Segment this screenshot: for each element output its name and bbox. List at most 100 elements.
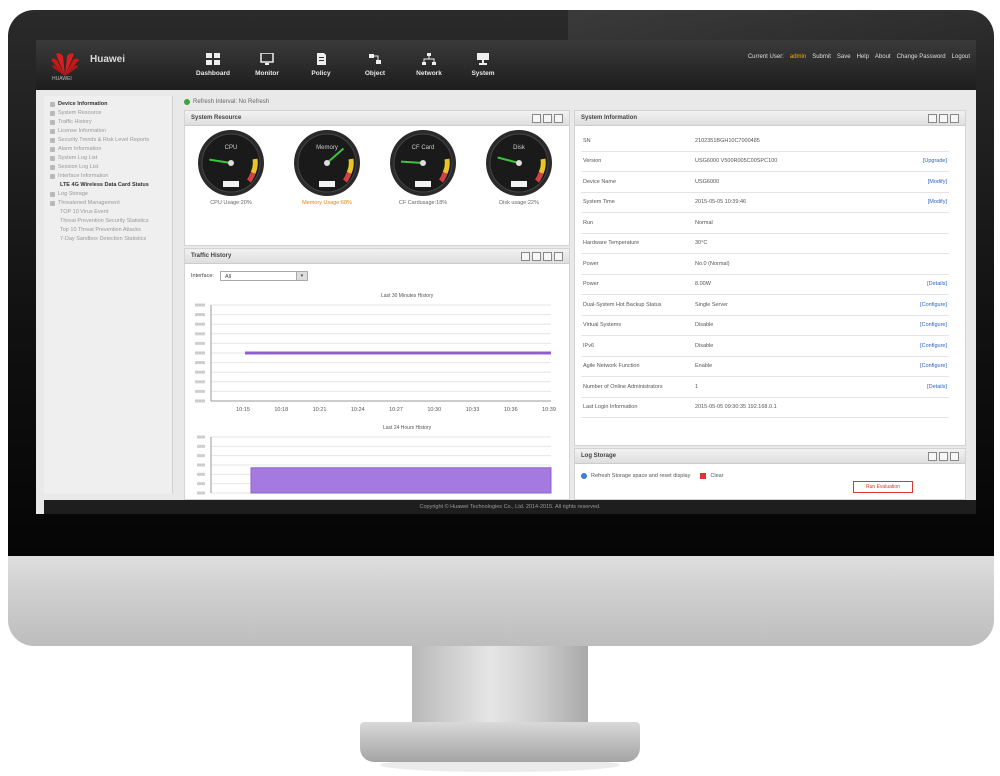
interface-filter: Interface: All ▾ (191, 271, 308, 281)
gauges: CPU CPU Usage:20% Memory Memory Usage:68% CF… (191, 129, 561, 225)
nav-policy[interactable]: Policy (294, 40, 348, 90)
close-icon[interactable] (554, 114, 563, 123)
x-tick-label: 10:33 (466, 407, 480, 413)
info-action-link[interactable]: [Modify] (905, 192, 949, 213)
chevron-down-icon[interactable]: ▾ (295, 272, 307, 280)
x-tick-label: 10:30 (427, 407, 441, 413)
y-tick-label (195, 303, 205, 307)
sidebar-item-security-trends[interactable]: Security Trends & Risk Level Reports (44, 136, 172, 145)
info-action-link (905, 212, 949, 234)
run-evaluation-button[interactable]: Run Evaluation (853, 481, 913, 493)
panel-header: System Resource (185, 111, 569, 126)
sidebar-item-interface-information[interactable]: Interface Information (44, 172, 172, 181)
change-password-link[interactable]: Change Password (897, 54, 946, 60)
sidebar-item-device-information[interactable]: Device Information (44, 100, 172, 109)
minimize-icon[interactable] (939, 114, 948, 123)
sidebar-item-threat-prevention-stats[interactable]: Threat Prevention Security Statistics (44, 217, 172, 226)
info-value: Single Server (693, 294, 905, 316)
sidebar-item-top10-attacks[interactable]: Top 10 Threat Prevention Attacks (44, 226, 172, 235)
refresh-control[interactable]: Refresh Interval: No Refresh (184, 99, 269, 105)
info-action-link (905, 131, 949, 152)
folder-icon (50, 201, 55, 206)
widget-icon (50, 165, 55, 170)
info-action-link[interactable]: [Modify] (905, 171, 949, 193)
logout-link[interactable]: Logout (952, 54, 970, 60)
refresh-panel-icon[interactable] (928, 114, 937, 123)
minimize-icon[interactable] (939, 452, 948, 461)
info-action-link[interactable]: [Configure] (905, 335, 949, 357)
screen: Huawei HUAWEI Dashboard Monitor Policy O… (36, 40, 976, 514)
svg-text:CF Card: CF Card (412, 145, 435, 151)
gauge-dial-icon: Disk (486, 130, 552, 196)
nav-label: Monitor (255, 70, 279, 77)
table-row: Number of Online Administrators 1 [Details… (581, 376, 949, 398)
gauge-label: Memory Usage:68% (302, 200, 352, 206)
help-link[interactable]: Help (857, 54, 869, 60)
y-tick-label (197, 454, 205, 458)
log-storage-panel: Log Storage Refresh Storage space and re… (574, 448, 966, 500)
info-value: Disable (693, 315, 905, 336)
info-action-link[interactable]: [Configure] (905, 315, 949, 336)
sidebar-item-threatened-management[interactable]: Threatened Management (44, 199, 172, 208)
gauge-dial-icon: CF Card (390, 130, 456, 196)
sidebar-item-system-log-list[interactable]: System Log List (44, 154, 172, 163)
object-icon (369, 54, 381, 64)
sidebar-item-log-storage[interactable]: Log Storage (44, 190, 172, 199)
interface-select[interactable]: All ▾ (219, 271, 308, 281)
info-action-link[interactable]: [Configure] (905, 294, 949, 316)
refresh-panel-icon[interactable] (532, 114, 541, 123)
refresh-panel-icon[interactable] (521, 252, 530, 261)
table-row: Dual-System Hot Backup Status Single Serv… (581, 294, 949, 316)
svg-text:Memory: Memory (316, 145, 338, 151)
minimize-icon[interactable] (543, 114, 552, 123)
sidebar-item-traffic-history[interactable]: Traffic History (44, 118, 172, 127)
about-link[interactable]: About (875, 54, 891, 60)
sidebar-item-license-information[interactable]: License Information (44, 127, 172, 136)
info-action-link[interactable]: [Configure] (905, 356, 949, 377)
sidebar-item-sandbox-stats[interactable]: 7-Day Sandbox Detection Statistics (44, 235, 172, 244)
sidebar-item-label: Device Information (58, 101, 108, 107)
refresh-panel-icon[interactable] (928, 452, 937, 461)
panel-title: System Information (581, 115, 638, 121)
sidebar-item-session-log-list[interactable]: Session Log List (44, 163, 172, 172)
sidebar-item-system-resource[interactable]: System Resource (44, 109, 172, 118)
sidebar-item-lte-status[interactable]: LTE 4G Wireless Data Card Status (44, 181, 172, 190)
info-action-link[interactable]: [Details] (905, 376, 949, 398)
y-tick-label (195, 322, 205, 326)
sidebar-item-label: Session Log List (58, 164, 99, 170)
refresh-storage-link[interactable]: Refresh Storage space and reset display (591, 473, 690, 479)
log-storage-actions: Refresh Storage space and reset display … (581, 473, 724, 479)
close-icon[interactable] (554, 252, 563, 261)
gauge-label: CPU Usage:20% (210, 200, 252, 206)
y-tick-label (197, 463, 205, 467)
sidebar-item-label: Threat Prevention Security Statistics (60, 218, 149, 224)
nav-system[interactable]: System (456, 40, 510, 90)
save-link[interactable]: Save (837, 54, 851, 60)
submit-link[interactable]: Submit (812, 54, 831, 60)
main-nav: Dashboard Monitor Policy Object Network … (186, 40, 510, 90)
widget-icon (50, 156, 55, 161)
close-icon[interactable] (950, 452, 959, 461)
table-row: Power No.0 (Normal) (581, 253, 949, 275)
close-icon[interactable] (950, 114, 959, 123)
minimize-icon[interactable] (543, 252, 552, 261)
sidebar-item-top10-virus[interactable]: TOP 10 Virus Event (44, 208, 172, 217)
folder-icon (50, 102, 55, 107)
logo-subtext: HUAWEI (52, 76, 72, 82)
info-action-link (905, 233, 949, 254)
clear-link[interactable]: Clear (710, 473, 723, 479)
panel-header: System Information (575, 111, 965, 126)
sidebar-item-alarm-information[interactable]: Alarm Information (44, 145, 172, 154)
info-action-link[interactable]: [Details] (905, 274, 949, 295)
traffic-30min-chart: 10:15 10:18 10:21 10:24 10:27 10:30 10:33 10:36… (195, 303, 556, 413)
nav-network[interactable]: Network (402, 40, 456, 90)
nav-monitor[interactable]: Monitor (240, 40, 294, 90)
nav-dashboard[interactable]: Dashboard (186, 40, 240, 90)
settings-icon[interactable] (532, 252, 541, 261)
info-key: Dual-System Hot Backup Status (581, 294, 693, 316)
widget-icon (50, 147, 55, 152)
nav-object[interactable]: Object (348, 40, 402, 90)
info-action-link[interactable]: [Upgrade] (905, 151, 949, 172)
sidebar-item-label: Security Trends & Risk Level Reports (58, 137, 150, 143)
current-user-name[interactable]: admin (790, 54, 806, 60)
